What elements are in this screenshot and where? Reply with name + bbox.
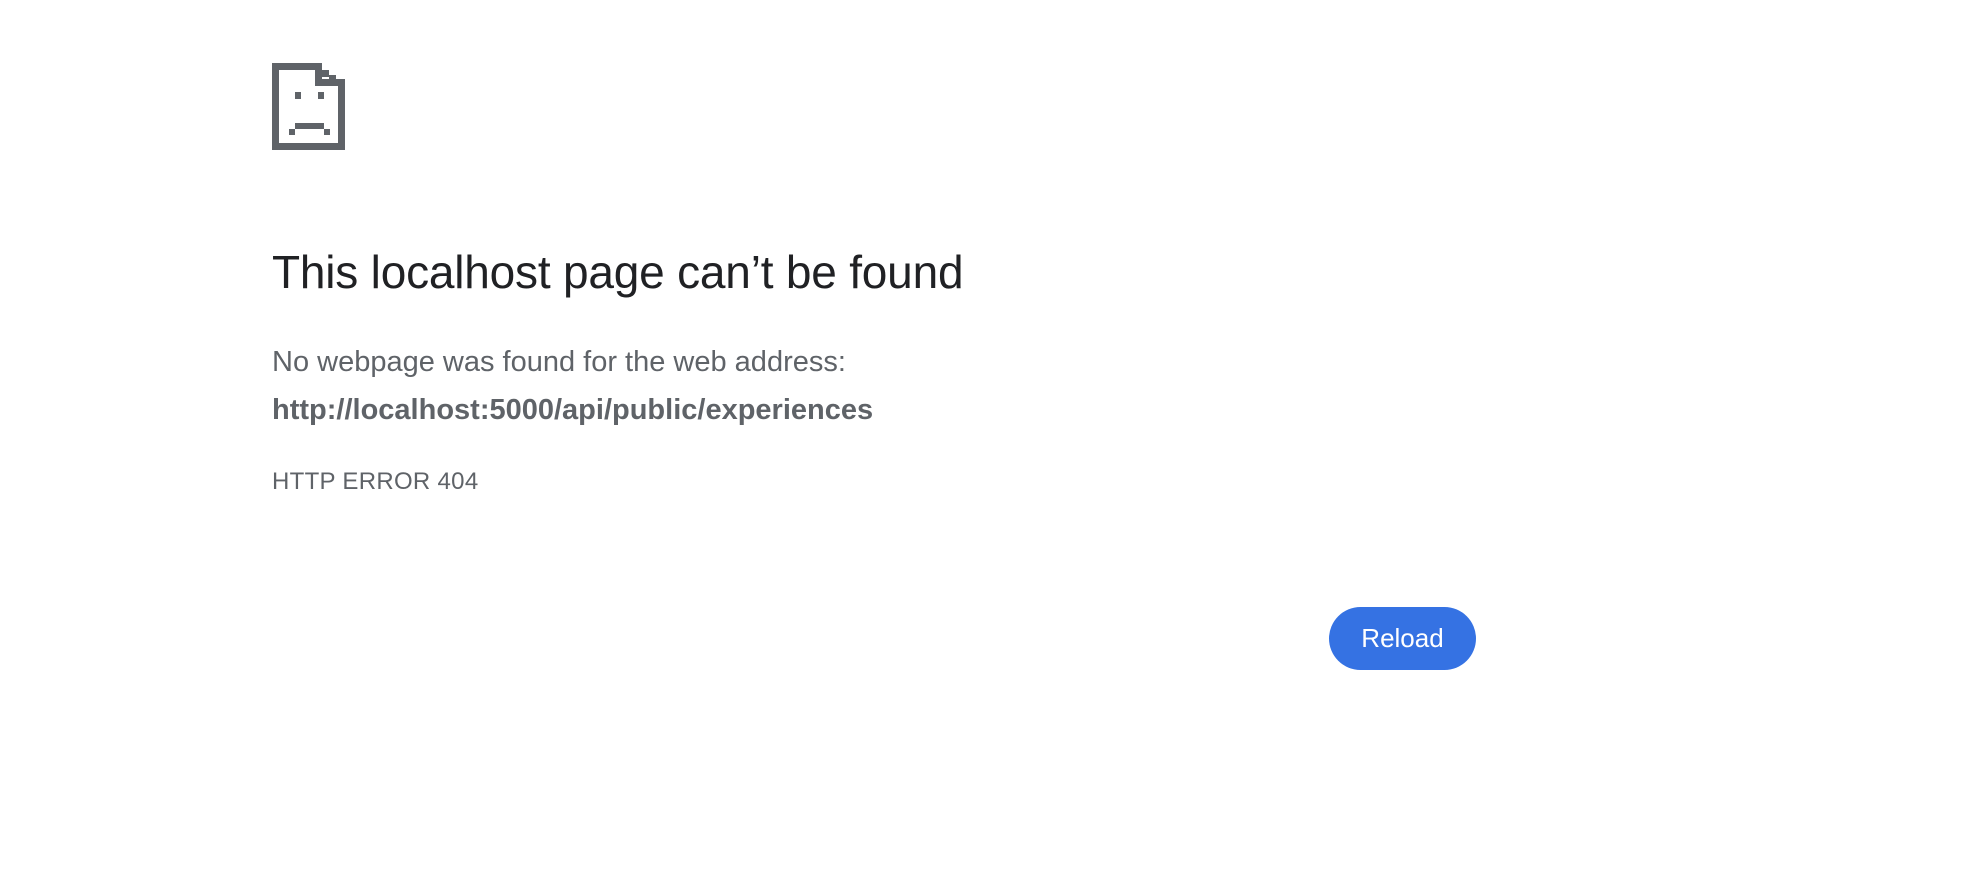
error-description: No webpage was found for the web address… — [272, 346, 846, 378]
page-title: This localhost page can’t be found — [272, 246, 964, 298]
error-code: HTTP ERROR 404 — [272, 468, 479, 495]
reload-button[interactable]: Reload — [1329, 607, 1476, 670]
requested-url: http://localhost:5000/api/public/experie… — [272, 394, 874, 426]
sad-document-icon — [272, 63, 345, 150]
